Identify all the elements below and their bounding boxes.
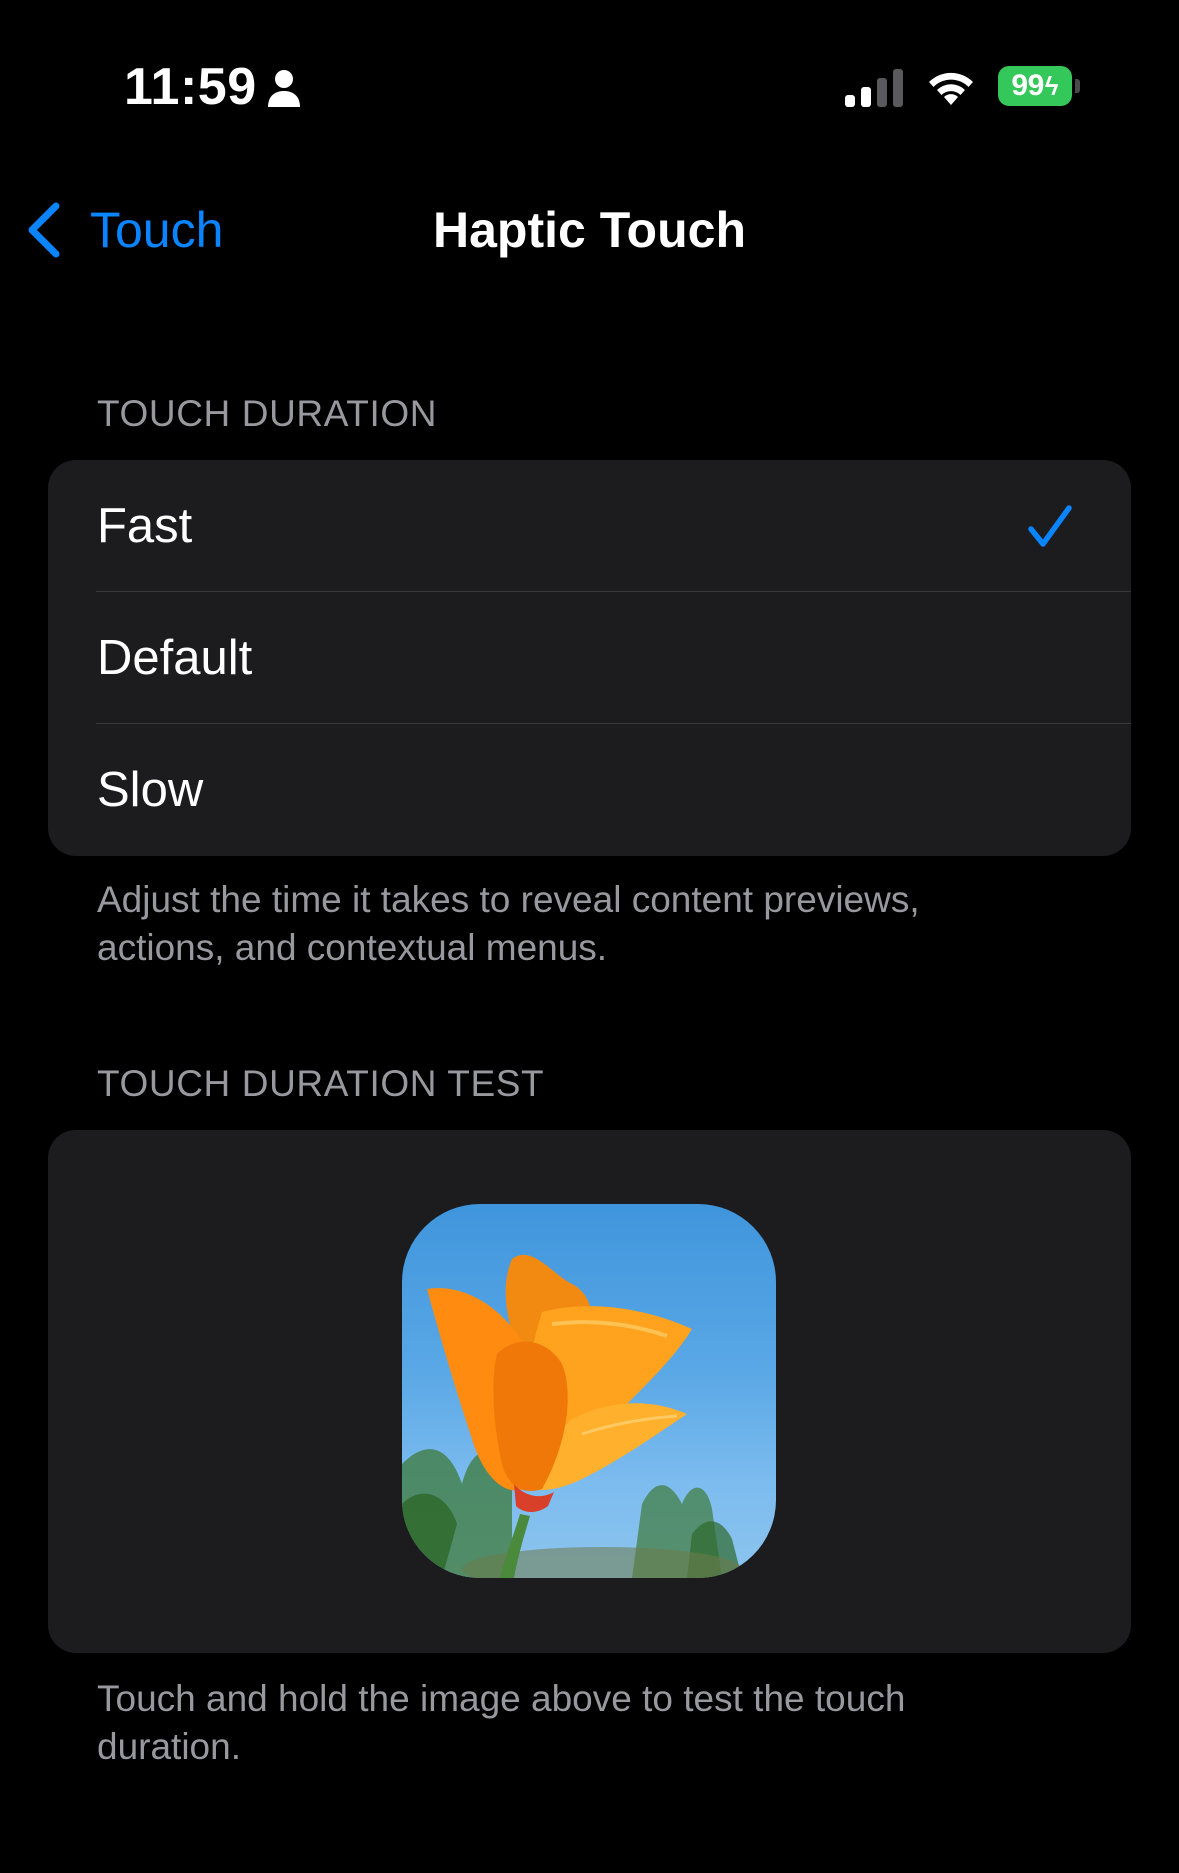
battery-level: 99 ϟ [998, 66, 1072, 106]
touch-duration-test-footer: Touch and hold the image above to test t… [97, 1678, 906, 1767]
touch-duration-test-panel [48, 1130, 1131, 1653]
page-title: Haptic Touch [433, 202, 746, 258]
person-icon [268, 70, 300, 107]
navigation-bar: Touch Haptic Touch [0, 180, 1179, 280]
touch-duration-test-header: TOUCH DURATION TEST [97, 1063, 545, 1104]
flower-illustration [402, 1254, 742, 1578]
checkmark-icon [1028, 505, 1072, 547]
status-time: 11:59 [124, 58, 257, 116]
option-slow[interactable]: Slow [48, 724, 1131, 856]
touch-duration-header: TOUCH DURATION [97, 393, 438, 434]
option-label: Default [97, 631, 253, 685]
battery-percent: 99 [1011, 69, 1044, 102]
touch-duration-options: Fast Default Slow [48, 460, 1131, 856]
cellular-signal-icon [845, 69, 903, 107]
option-fast[interactable]: Fast [48, 460, 1131, 592]
option-label: Slow [97, 763, 204, 817]
charging-bolt-icon: ϟ [1044, 70, 1059, 101]
wifi-icon [929, 72, 973, 105]
option-default[interactable]: Default [48, 592, 1131, 724]
option-label: Fast [97, 499, 193, 553]
battery-icon: 99 ϟ [998, 66, 1080, 106]
battery-cap [1075, 79, 1080, 93]
poppy-flower-image[interactable] [402, 1204, 776, 1578]
touch-duration-footer: Adjust the time it takes to reveal conte… [97, 879, 920, 968]
status-bar: 11:59 99 ϟ [0, 0, 1179, 180]
